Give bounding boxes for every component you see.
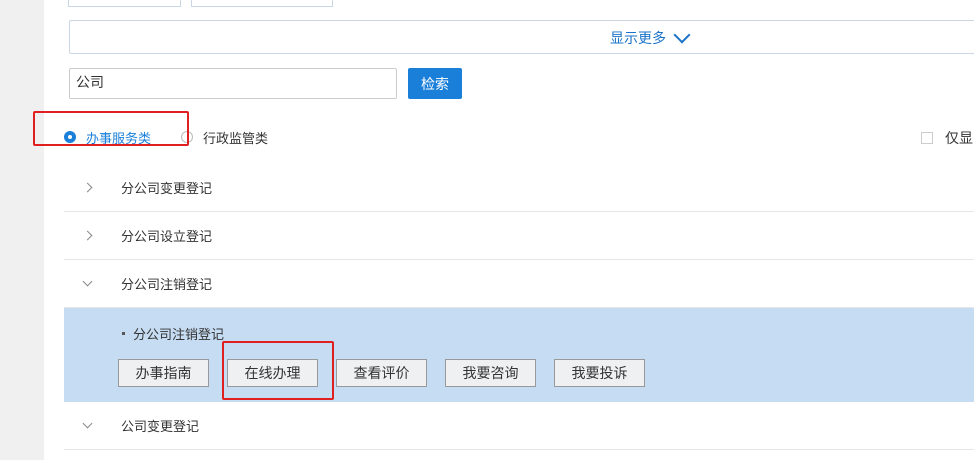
bullet-icon — [122, 332, 125, 335]
top-filter-box-2[interactable] — [191, 0, 333, 7]
only-show-filter[interactable]: 仅显 — [921, 128, 973, 148]
only-show-label: 仅显 — [945, 131, 973, 147]
guide-button[interactable]: 办事指南 — [118, 359, 209, 387]
show-more-bar[interactable]: 显示更多 — [69, 20, 974, 54]
list-item[interactable]: 分公司设立登记 — [64, 212, 974, 260]
only-show-checkbox[interactable] — [921, 132, 933, 144]
list-item-label[interactable]: 分公司注销登记 — [121, 274, 212, 293]
highlight-box-online-handle — [222, 341, 334, 400]
show-more-button[interactable]: 显示更多 — [610, 21, 691, 55]
complaint-button[interactable]: 我要投诉 — [554, 359, 645, 387]
view-reviews-button[interactable]: 查看评价 — [336, 359, 427, 387]
search-input-value: 公司 — [76, 75, 104, 91]
chevron-right-icon[interactable] — [82, 182, 93, 193]
expanded-item-title-text: 分公司注销登记 — [133, 328, 225, 343]
chevron-down-icon[interactable] — [82, 276, 93, 287]
chevron-down-icon — [673, 26, 691, 44]
main-content: 显示更多 公司 检索 办事服务类 行政监管类 仅显 分公司变更登记 分公司设立登… — [33, 0, 974, 460]
list-item[interactable]: 分公司注销登记 — [64, 260, 974, 308]
list-item-label[interactable]: 分公司设立登记 — [121, 226, 212, 245]
list-item-label[interactable]: 分公司变更登记 — [121, 178, 212, 197]
expanded-item-panel: 分公司注销登记 办事指南 在线办理 查看评价 我要咨询 我要投诉 — [64, 308, 974, 402]
chevron-right-icon[interactable] — [82, 230, 93, 241]
list-item[interactable]: 分公司变更登记 — [64, 164, 974, 212]
left-gutter — [0, 0, 44, 460]
expanded-item-title: 分公司注销登记 — [122, 324, 224, 343]
list-item[interactable]: 公司变更登记 — [64, 402, 974, 450]
search-input[interactable]: 公司 — [69, 68, 397, 99]
search-button[interactable]: 检索 — [408, 68, 462, 99]
top-filter-box-1[interactable] — [68, 0, 181, 7]
chevron-down-icon[interactable] — [82, 418, 93, 429]
highlight-box-radio — [33, 111, 189, 146]
show-more-label: 显示更多 — [610, 31, 666, 47]
list-item-label[interactable]: 公司变更登记 — [121, 416, 199, 435]
consult-button[interactable]: 我要咨询 — [445, 359, 536, 387]
radio-regulatory-category-label[interactable]: 行政监管类 — [203, 128, 268, 147]
